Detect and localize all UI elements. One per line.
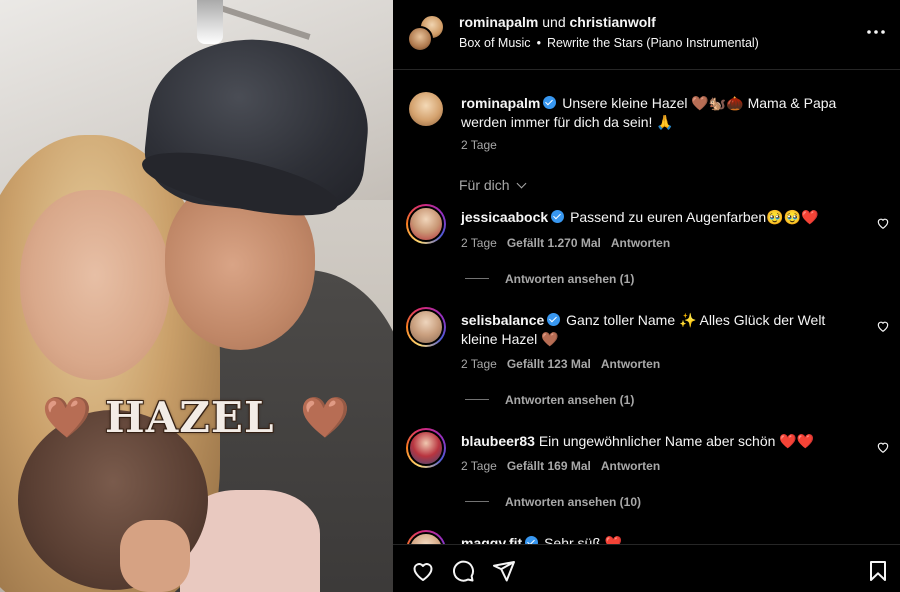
coauthor-username-link[interactable]: christianwolf [570,14,656,30]
comment-like-icon[interactable] [876,319,890,333]
post-action-bar [393,544,900,592]
caption-username-link[interactable]: rominapalm [461,95,540,111]
comment-likes-count[interactable]: Gefällt 123 Mal [507,357,591,371]
caption-text: rominapalm Unsere kleine Hazel 🤎🐿️🌰 Mama… [461,94,881,132]
comment-username-link[interactable]: selisbalance [461,312,544,328]
story-ring-avatar[interactable] [406,428,446,468]
separator-dot: • [536,36,541,50]
view-replies-button[interactable]: Antworten ansehen (10) [465,495,641,509]
comment-text: blaubeer83 Ein ungewöhnlicher Name aber … [461,432,861,451]
comment-timestamp[interactable]: 2 Tage [461,459,497,473]
verified-badge-icon [551,210,565,223]
ceiling-lamp [197,0,223,44]
comment-like-icon[interactable] [876,440,890,454]
comment-timestamp[interactable]: 2 Tage [461,236,497,250]
comments-panel: rominapalm und christianwolf Box of Musi… [393,0,900,592]
save-icon[interactable] [866,559,890,583]
comment-username-link[interactable]: blaubeer83 [461,433,535,449]
comment-timestamp[interactable]: 2 Tage [461,357,497,371]
sort-label: Für dich [459,177,510,193]
view-replies-label: Antworten ansehen (10) [505,495,642,509]
chevron-down-icon [516,178,527,189]
audio-info: Box of Music • Rewrite the Stars (Piano In… [459,36,759,50]
post-media[interactable]: 🤎 HAZEL 🤎 [0,0,393,592]
author-username-link[interactable]: rominapalm [459,14,538,30]
comment-body: Ein ungewöhnlicher Name aber schön ❤️❤️ [538,433,815,449]
comment-text: jessicaabock Passend zu euren Augenfarbe… [461,208,861,227]
reply-button[interactable]: Antworten [601,459,660,473]
avatar[interactable] [409,92,443,126]
avatar [407,26,433,52]
more-icon[interactable] [866,22,886,42]
comment-sort-dropdown[interactable]: Für dich [459,177,527,193]
verified-badge-icon [543,96,557,109]
comment-text: selisbalance Ganz toller Name ✨ Alles Gl… [461,311,861,349]
comment-meta: 2 Tage Gefällt 123 Mal Antworten [461,357,670,371]
audio-artist-link[interactable]: Box of Music [459,36,531,50]
comment-meta: 2 Tage Gefällt 169 Mal Antworten [461,459,670,473]
hand [120,520,190,592]
woman-face [20,190,170,380]
post-header: rominapalm und christianwolf Box of Musi… [393,0,900,70]
collab-title: rominapalm und christianwolf [459,14,656,30]
media-overlay-text: HAZEL [105,393,275,442]
comment-likes-count[interactable]: Gefällt 169 Mal [507,459,591,473]
like-icon[interactable] [411,559,435,583]
share-icon[interactable] [492,559,516,583]
comment-meta: 2 Tage Gefällt 1.270 Mal Antworten [461,236,680,250]
replies-line [465,501,489,502]
verified-badge-icon [547,313,561,326]
comment-username-link[interactable]: jessicaabock [461,209,548,225]
replies-line [465,399,489,400]
reply-button[interactable]: Antworten [611,236,670,250]
comment-like-icon[interactable] [876,216,890,230]
comment-likes-count[interactable]: Gefällt 1.270 Mal [507,236,601,250]
comment-body: Passend zu euren Augenfarben🥹🥹❤️ [570,209,819,225]
collab-avatars[interactable] [407,14,447,54]
audio-track-link[interactable]: Rewrite the Stars (Piano Instrumental) [547,36,759,50]
story-ring-avatar[interactable] [406,307,446,347]
brown-heart-left-icon: 🤎 [42,396,92,440]
caption-timestamp[interactable]: 2 Tage [461,138,497,152]
view-replies-button[interactable]: Antworten ansehen (1) [465,393,634,407]
brown-heart-right-icon: 🤎 [300,396,350,440]
view-replies-button[interactable]: Antworten ansehen (1) [465,272,634,286]
view-replies-label: Antworten ansehen (1) [505,272,635,286]
view-replies-label: Antworten ansehen (1) [505,393,635,407]
collab-connector: und [542,14,566,30]
comment-icon[interactable] [451,559,475,583]
replies-line [465,278,489,279]
story-ring-avatar[interactable] [406,204,446,244]
reply-button[interactable]: Antworten [601,357,660,371]
